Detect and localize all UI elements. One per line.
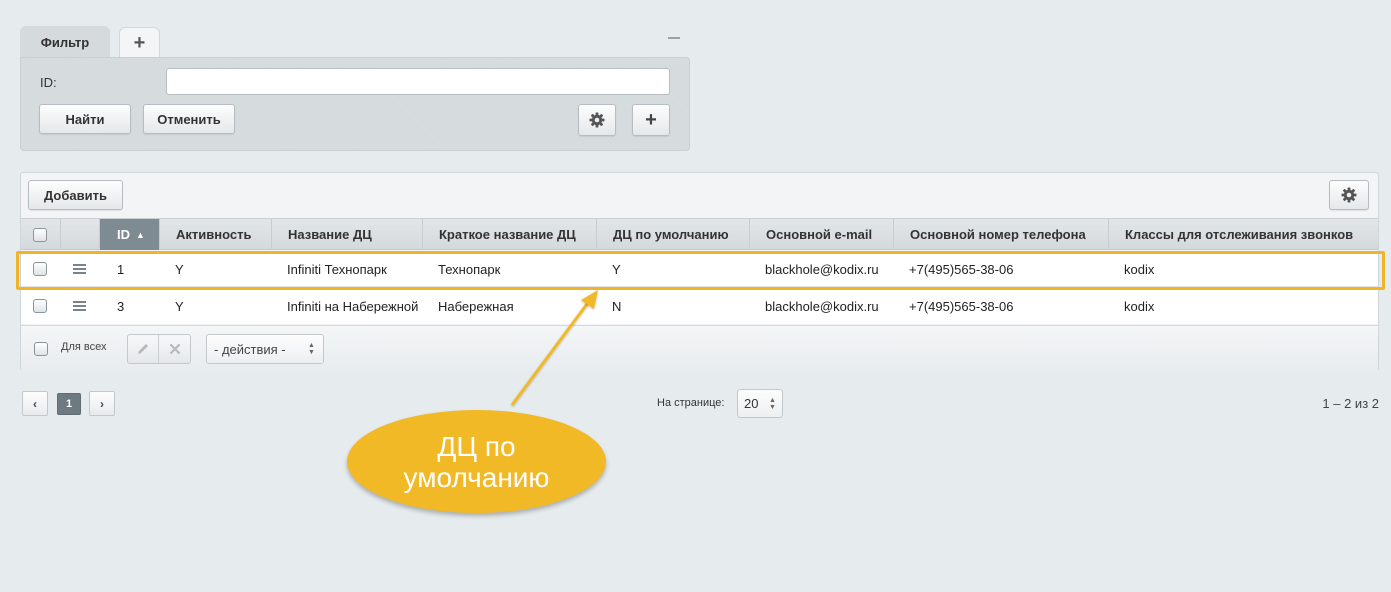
cancel-button[interactable]: Отменить — [143, 104, 235, 134]
column-header-short-name[interactable]: Краткое название ДЦ — [423, 219, 597, 250]
add-filter-field-button[interactable]: + — [632, 104, 670, 136]
plus-icon: + — [133, 31, 146, 54]
hamburger-menu-icon[interactable] — [73, 301, 86, 311]
id-field-label: ID: — [40, 75, 57, 90]
select-arrows-icon: ▲ ▼ — [308, 342, 315, 356]
table-row[interactable]: 1 Y Infiniti Технопарк Технопарк Y black… — [21, 251, 1378, 287]
find-button[interactable]: Найти — [39, 104, 131, 134]
cell-activity: Y — [175, 298, 184, 314]
select-all-header — [21, 219, 61, 250]
plus-icon: + — [645, 109, 657, 131]
next-page-button[interactable]: › — [89, 391, 115, 416]
hamburger-menu-icon[interactable] — [73, 264, 86, 274]
cell-activity: Y — [175, 261, 184, 277]
group-actions-select[interactable]: - действия - ▲ ▼ — [206, 334, 324, 364]
id-filter-input[interactable] — [166, 68, 670, 95]
cell-short-name: Набережная — [438, 298, 514, 314]
grid-toolbar: Добавить — [21, 173, 1378, 218]
cell-default: N — [612, 298, 622, 314]
cell-phone: +7(495)565-38-06 — [909, 298, 1014, 314]
cell-default: Y — [612, 261, 621, 277]
edit-button[interactable] — [128, 335, 159, 363]
gear-icon — [589, 112, 605, 128]
cell-name: Infiniti Технопарк — [287, 261, 387, 277]
column-header-default[interactable]: ДЦ по умолчанию — [597, 219, 750, 250]
chevron-right-icon: › — [100, 396, 104, 411]
cell-phone: +7(495)565-38-06 — [909, 261, 1014, 277]
table-row[interactable]: 3 Y Infiniti на Набережной Набережная N … — [21, 288, 1378, 324]
prev-page-button[interactable]: ‹ — [22, 391, 48, 416]
row-select — [33, 288, 47, 324]
cell-email: blackhole@kodix.ru — [765, 298, 879, 314]
cell-id: 1 — [117, 261, 125, 277]
column-header-call-classes[interactable]: Классы для отслеживания звонков — [1109, 219, 1378, 250]
cell-email: blackhole@kodix.ru — [765, 261, 879, 277]
grid-settings-button[interactable] — [1329, 180, 1369, 210]
cell-name: Infiniti на Набережной — [287, 298, 419, 314]
actions-column-header — [61, 219, 100, 250]
page-1-button[interactable]: 1 — [57, 393, 81, 415]
cell-id: 3 — [117, 298, 125, 314]
select-arrows-icon: ▲ ▼ — [769, 397, 776, 411]
row-menu — [73, 251, 86, 287]
grid-header: ID ▲ Активность Название ДЦ Краткое назв… — [21, 218, 1378, 250]
column-header-email[interactable]: Основной e-mail — [750, 219, 894, 250]
column-header-name[interactable]: Название ДЦ — [272, 219, 423, 250]
close-icon — [169, 343, 180, 355]
sort-ascending-icon: ▲ — [136, 229, 145, 240]
add-button[interactable]: Добавить — [28, 180, 123, 210]
apply-to-all-label: Для всех — [61, 341, 107, 353]
cell-call-classes: kodix — [1124, 298, 1155, 314]
cell-short-name: Технопарк — [438, 261, 501, 277]
column-header-phone[interactable]: Основной номер телефона — [894, 219, 1109, 250]
callout-line-2: умолчанию — [403, 461, 550, 493]
row-checkbox[interactable] — [33, 299, 47, 313]
delete-button[interactable] — [159, 335, 190, 363]
data-grid: Добавить ID ▲ Активность Название ДЦ Кра… — [20, 172, 1379, 371]
filter-panel: ID: Найти Отменить + — [20, 57, 690, 151]
tab-filter[interactable]: Фильтр — [20, 26, 110, 58]
apply-to-all-checkbox[interactable] — [34, 342, 48, 356]
column-header-activity[interactable]: Активность — [160, 219, 272, 250]
column-header-id[interactable]: ID ▲ — [100, 219, 160, 250]
chevron-left-icon: ‹ — [33, 396, 37, 411]
per-page-select[interactable]: 20 ▲ ▼ — [737, 389, 783, 418]
select-all-checkbox[interactable] — [33, 227, 47, 242]
add-filter-tab-button[interactable]: + — [119, 27, 160, 58]
gear-icon — [1341, 187, 1357, 203]
callout-line-1: ДЦ по — [437, 430, 516, 462]
filter-tabs: Фильтр + — [20, 26, 690, 58]
grid-footer: Для всех - действия - ▲ ▼ — [21, 325, 1378, 371]
row-menu — [73, 288, 86, 324]
callout-bubble: ДЦ по умолчанию — [347, 410, 606, 513]
row-action-buttons — [127, 334, 191, 364]
per-page-label: На странице: — [657, 397, 725, 409]
cell-call-classes: kodix — [1124, 261, 1155, 277]
filter-settings-button[interactable] — [578, 104, 616, 136]
row-checkbox[interactable] — [33, 262, 47, 276]
records-range: 1 – 2 из 2 — [1322, 396, 1379, 411]
pencil-icon — [138, 344, 148, 354]
row-select — [33, 251, 47, 287]
minimize-filter-button[interactable] — [667, 31, 681, 45]
